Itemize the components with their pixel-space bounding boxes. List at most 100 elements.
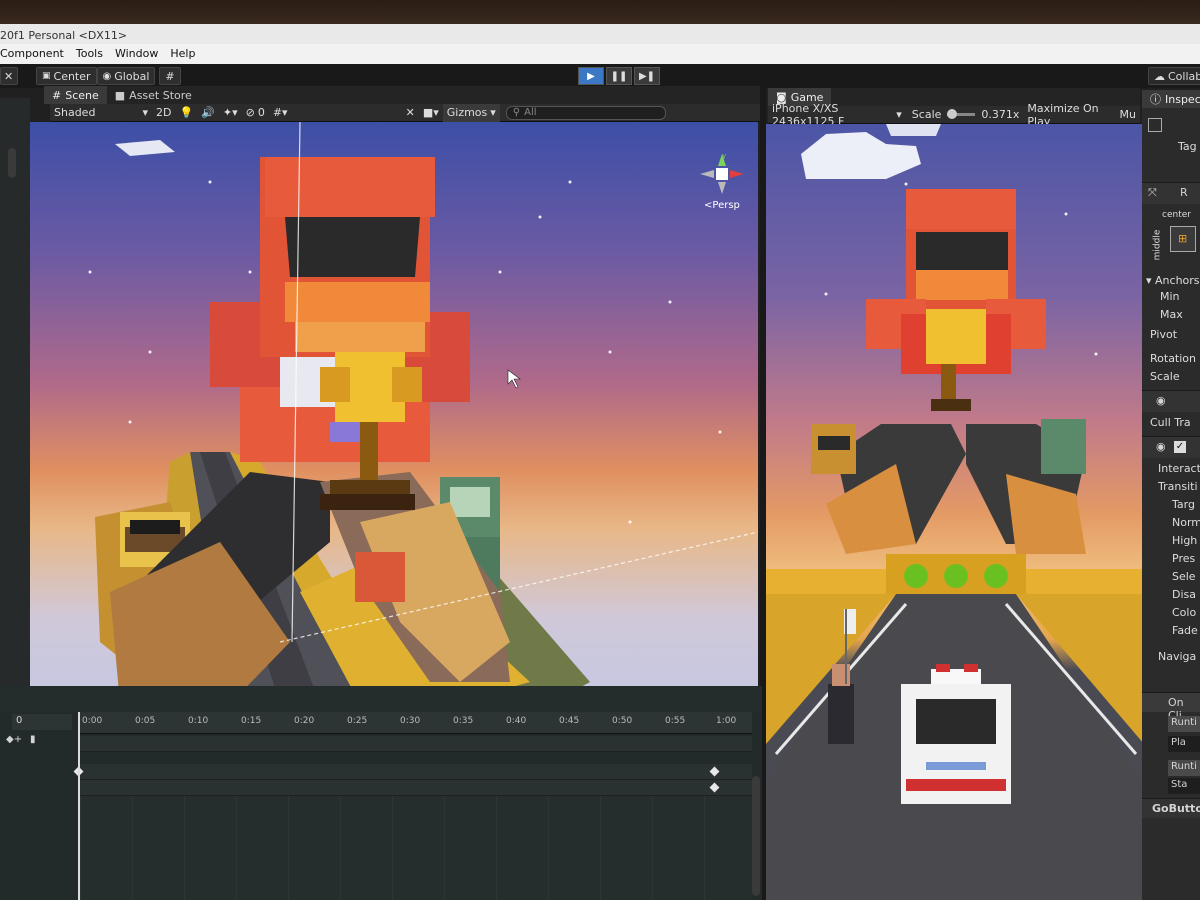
- scale-slider[interactable]: Scale 0.371x: [908, 106, 1024, 124]
- timeline-grid[interactable]: [80, 796, 752, 900]
- slider-thumb[interactable]: [947, 109, 958, 119]
- runtime-dropdown-1[interactable]: Runti: [1168, 716, 1200, 732]
- pause-button[interactable]: ❚❚: [606, 67, 632, 85]
- timeline-track[interactable]: [80, 780, 752, 796]
- eye-off-icon: ⊘: [245, 106, 255, 119]
- timeline-ruler[interactable]: 0:00 0:05 0:10 0:15 0:20 0:25 0:30 0:35 …: [80, 712, 752, 734]
- timeline-track[interactable]: [80, 736, 752, 752]
- tab-scene[interactable]: # Scene: [44, 86, 107, 104]
- shading-mode-dropdown[interactable]: Shaded ▾: [50, 104, 152, 122]
- play-icon: ▶: [587, 70, 595, 82]
- tick-label: 0:35: [453, 716, 474, 726]
- object-field-2[interactable]: Sta: [1168, 778, 1200, 794]
- add-event-button[interactable]: ▮: [30, 734, 36, 745]
- eye-icon: ◉: [1156, 394, 1166, 407]
- mute-audio-toggle[interactable]: Mu: [1116, 106, 1140, 124]
- lighting-toggle[interactable]: 💡: [175, 104, 197, 122]
- transition-disabled-label: Disa: [1172, 588, 1196, 601]
- tab-scene-label: Scene: [65, 88, 99, 102]
- anchors-foldout[interactable]: ▾ Anchors: [1146, 274, 1200, 287]
- info-icon: ⓘ: [1150, 93, 1161, 106]
- grid-snap-button[interactable]: #: [159, 67, 181, 85]
- grid-icon: #: [165, 69, 175, 83]
- button-component-icon: ◉: [1156, 440, 1166, 453]
- wrench-icon: ✕: [405, 106, 415, 119]
- tag-label: Tag: [1178, 140, 1197, 153]
- object-cube-icon: [1148, 118, 1162, 132]
- maximize-on-play-toggle[interactable]: Maximize On Play: [1023, 102, 1115, 128]
- tab-asset-store[interactable]: ■ Asset Store: [107, 86, 200, 104]
- step-button[interactable]: ▶❚: [634, 67, 660, 85]
- object-field-1[interactable]: Pla: [1168, 736, 1200, 752]
- gizmos-dropdown[interactable]: Gizmos ▾: [442, 103, 500, 122]
- anchor-preset-icon: ⊞: [1178, 232, 1188, 245]
- anchor-preset-button[interactable]: ⊞: [1170, 226, 1196, 252]
- navigation-label: Naviga: [1158, 650, 1197, 663]
- mode-2d-toggle[interactable]: 2D: [152, 104, 175, 122]
- collab-button[interactable]: ☁ Collab: [1148, 67, 1200, 85]
- scene-search-input[interactable]: ⚲ All: [505, 105, 666, 120]
- scene-viewport[interactable]: y <Persp: [30, 122, 758, 704]
- main-toolbar: ✕ ▣ Center ◉ Global # ▶ ❚❚ ▶❚ ☁ Collab: [0, 64, 1200, 88]
- rect-transform-label: R: [1180, 186, 1188, 199]
- resolution-dropdown[interactable]: iPhone X/XS 2436x1125 F ▾: [768, 102, 906, 128]
- tick-label: 1:00: [716, 716, 737, 726]
- effects-dropdown[interactable]: ✦▾: [219, 104, 242, 122]
- game-viewport[interactable]: [766, 124, 1144, 900]
- transition-selected-label: Sele: [1172, 570, 1196, 583]
- pivot-toggle-button[interactable]: ▣ Center: [36, 67, 97, 85]
- playhead[interactable]: [78, 712, 80, 900]
- camera-dropdown[interactable]: ■▾: [419, 104, 443, 122]
- interactable-label: Interact: [1158, 462, 1200, 475]
- menu-tools[interactable]: Tools: [76, 47, 103, 64]
- anchor-min-label: Min: [1160, 290, 1180, 303]
- button-component-header[interactable]: ◉ ✓: [1142, 436, 1200, 458]
- frame-value: 0: [16, 715, 23, 726]
- enabled-checkbox[interactable]: ✓: [1174, 441, 1186, 453]
- game-toolbar: iPhone X/XS 2436x1125 F ▾ Scale 0.371x M…: [768, 102, 1140, 128]
- runtime-dropdown-1-value: Runti: [1171, 717, 1197, 728]
- hierarchy-panel-edge: [0, 98, 30, 698]
- anchors-label: Anchors: [1155, 274, 1200, 287]
- tab-inspector[interactable]: ⓘ Inspecto: [1142, 90, 1200, 108]
- canvas-renderer-header[interactable]: ◉: [1142, 390, 1200, 412]
- add-keyframe-button[interactable]: ◆+: [6, 734, 22, 745]
- runtime-dropdown-2[interactable]: Runti: [1168, 760, 1200, 776]
- slider-track[interactable]: [947, 109, 976, 119]
- rect-tool-button[interactable]: ✕: [0, 67, 18, 85]
- playback-controls: ▶ ❚❚ ▶❚: [578, 67, 660, 85]
- rect-transform-icon: ⤧: [1148, 186, 1157, 199]
- window-title: 20f1 Personal <DX11>: [0, 29, 128, 42]
- tick-label: 0:50: [612, 716, 633, 726]
- search-placeholder: All: [524, 107, 537, 118]
- transition-color-label: Colo: [1172, 606, 1197, 619]
- lightbulb-icon: 💡: [179, 106, 194, 119]
- space-toggle-button[interactable]: ◉ Global: [96, 67, 156, 85]
- panel-scrollbar[interactable]: [8, 148, 16, 178]
- menu-help[interactable]: Help: [170, 47, 195, 64]
- scene-icon: #: [52, 88, 62, 102]
- component-header[interactable]: GoButton: [1142, 798, 1200, 818]
- menu-component[interactable]: Component: [0, 47, 64, 64]
- play-button[interactable]: ▶: [578, 67, 604, 85]
- menu-window[interactable]: Window: [115, 47, 158, 64]
- grid-toggle[interactable]: #▾: [269, 104, 292, 122]
- audio-toggle[interactable]: 🔊: [197, 104, 219, 122]
- transition-highlighted-label: High: [1172, 534, 1198, 547]
- rect-transform-header[interactable]: ⤧ R: [1142, 182, 1200, 204]
- timeline-track[interactable]: [80, 764, 752, 780]
- tick-label: 0:25: [347, 716, 368, 726]
- tools-toggle[interactable]: ✕: [402, 104, 419, 122]
- tick-label: 0:15: [241, 716, 262, 726]
- scene-orientation-gizmo[interactable]: y <Persp: [698, 152, 748, 212]
- tick-label: 0:10: [188, 716, 209, 726]
- scene-tab-bar: # Scene ■ Asset Store: [44, 86, 762, 104]
- persp-label[interactable]: <Persp: [704, 200, 740, 211]
- tick-label: 0:00: [82, 716, 103, 726]
- shading-mode-value: Shaded: [54, 106, 96, 119]
- timeline-scrollbar[interactable]: [752, 776, 760, 896]
- hidden-count: 0: [257, 106, 265, 119]
- hidden-objects-toggle[interactable]: ⊘ 0: [242, 104, 269, 122]
- effects-icon: ✦▾: [222, 106, 238, 119]
- frame-field[interactable]: 0: [12, 714, 72, 730]
